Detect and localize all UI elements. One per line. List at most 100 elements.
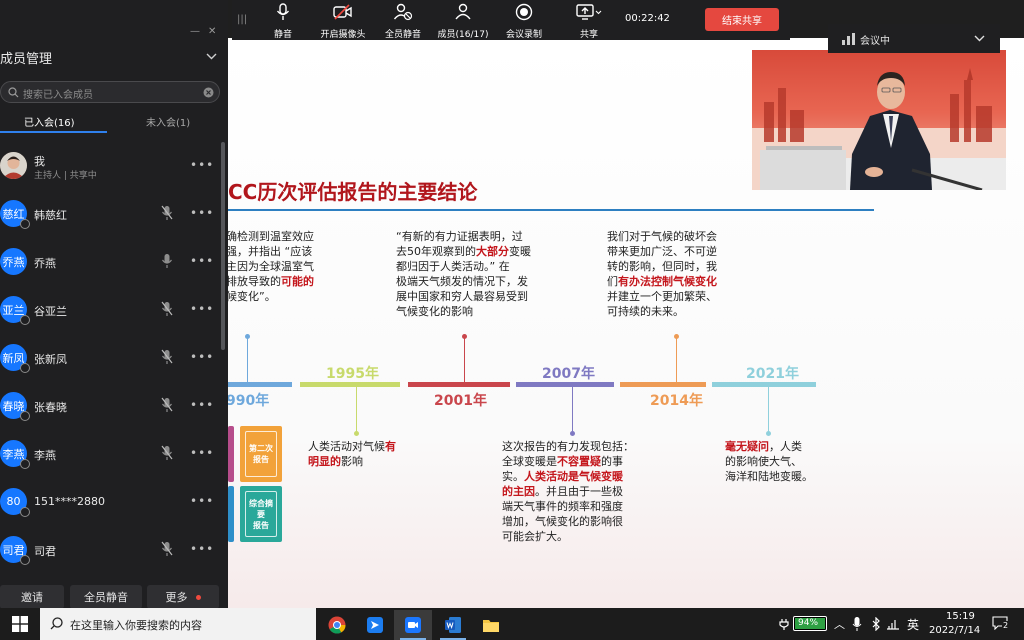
mic-muted-icon[interactable] xyxy=(161,205,173,221)
member-row[interactable]: 慈红 韩慈红 ••• xyxy=(0,192,218,238)
folder-icon xyxy=(483,620,499,632)
mic-muted-icon[interactable] xyxy=(161,301,173,317)
timeline-stem xyxy=(462,334,467,382)
more-options-icon[interactable]: ••• xyxy=(190,398,214,412)
more-options-icon[interactable]: ••• xyxy=(190,302,214,316)
mic-muted-icon[interactable] xyxy=(161,349,173,365)
clear-icon[interactable] xyxy=(203,87,214,98)
end-share-button[interactable]: 结束共享 xyxy=(705,8,779,31)
mute-all-toolbar-button[interactable]: 全员静音 xyxy=(382,3,424,40)
windows-logo-icon xyxy=(12,616,28,632)
more-options-icon[interactable]: ••• xyxy=(190,254,214,268)
clock-time[interactable]: 15:19 xyxy=(946,611,975,622)
file-explorer-app[interactable] xyxy=(472,610,510,640)
mute-all-button[interactable]: 全员静音 xyxy=(70,585,142,609)
invite-button[interactable]: 邀请 xyxy=(0,585,64,609)
text-line: 气候变化的影响 xyxy=(396,305,473,318)
member-row[interactable]: 新凤 张新凤 ••• xyxy=(0,336,218,382)
input-method-indicator[interactable]: 英 xyxy=(907,616,919,633)
clock-date[interactable]: 2022/7/14 xyxy=(929,625,980,636)
record-button[interactable]: 会议录制 xyxy=(502,3,546,40)
text-block-1990: 确检测到温室效应 强，并指出 “应该 主因为全球温室气 排放导致的可能的 候变化… xyxy=(228,229,332,304)
text-line: 增加，气候变化的影响很 xyxy=(502,515,623,528)
share-button[interactable]: 共享 xyxy=(574,3,604,40)
text-line: 的事 xyxy=(601,455,623,468)
camera-button[interactable]: 开启摄像头 xyxy=(320,3,366,40)
member-row[interactable]: 亚兰 谷亚兰 ••• xyxy=(0,288,218,334)
chevron-down-icon[interactable] xyxy=(206,53,217,60)
start-button[interactable] xyxy=(0,608,40,640)
highlight-text: 大部分 xyxy=(476,245,509,258)
meeting-status-dropdown[interactable]: 会议中 xyxy=(828,24,1000,53)
chrome-app[interactable] xyxy=(318,610,356,640)
text-line: “有新的有力证据表明，过 xyxy=(396,230,523,243)
avatar: 80 xyxy=(0,488,30,517)
bluetooth-icon[interactable] xyxy=(870,617,882,631)
tencent-meeting-app[interactable] xyxy=(394,610,432,640)
more-options-icon[interactable]: ••• xyxy=(190,206,214,220)
highlight-text: 不容置疑 xyxy=(557,455,601,468)
more-options-icon[interactable]: ••• xyxy=(190,494,214,508)
notification-dot xyxy=(195,594,201,600)
report-cover-title: 综合摘要 报告 xyxy=(245,491,277,537)
year-label-2014: 2014年 xyxy=(650,393,703,409)
text-line: 去50年观察到的 xyxy=(396,245,476,258)
avatar: 春晓 xyxy=(0,392,30,421)
report-cover: 综合摘要 报告 xyxy=(240,486,282,542)
member-row[interactable]: 李燕 李燕 ••• xyxy=(0,432,218,478)
drag-handle-icon[interactable]: ||| xyxy=(237,14,247,25)
text-line: 端天气事件的频率和强度 xyxy=(502,500,623,513)
microphone-icon xyxy=(276,3,290,20)
panel-header-bar: — ✕ xyxy=(0,0,228,38)
battery-indicator[interactable]: 94% xyxy=(793,616,827,631)
more-options-icon[interactable]: ••• xyxy=(190,446,214,460)
member-row[interactable]: 司君 司君 ••• xyxy=(0,528,218,574)
mic-muted-icon[interactable] xyxy=(161,445,173,461)
mic-muted-icon[interactable] xyxy=(161,541,173,557)
microphone-tray-icon[interactable] xyxy=(852,616,862,632)
mic-badge-icon xyxy=(20,411,30,421)
tab-not-joined[interactable]: 未入会(1) xyxy=(146,114,190,129)
chevron-down-icon xyxy=(974,35,985,42)
timeline-stem xyxy=(354,387,359,436)
text-line: 我们对于气候的破坏会 xyxy=(607,230,717,243)
word-app[interactable] xyxy=(434,610,472,640)
more-options-icon[interactable]: ••• xyxy=(190,350,214,364)
text-line: 转的影响，但同时，我 xyxy=(607,260,717,273)
mic-icon[interactable] xyxy=(161,253,173,269)
member-row[interactable]: 春晓 张春晓 ••• xyxy=(0,384,218,430)
member-row[interactable]: 我 主持人 | 共享中 ••• xyxy=(0,144,218,190)
presenter-video[interactable] xyxy=(752,50,1006,190)
network-icon[interactable] xyxy=(886,617,900,631)
more-options-icon[interactable]: ••• xyxy=(190,542,214,556)
text-block-2001: “有新的有力证据表明，过 去50年观察到的大部分变暖 都归因于人类活动。” 在 … xyxy=(396,229,552,319)
highlight-text: 毫无疑问 xyxy=(725,440,769,453)
year-label-2007: 2007年 xyxy=(542,366,595,382)
notification-count: 2 xyxy=(1002,621,1010,630)
member-row[interactable]: 80 151****2880 ••• xyxy=(0,480,218,526)
more-button[interactable]: 更多 xyxy=(147,585,219,609)
member-list-scrollbar[interactable] xyxy=(221,142,225,350)
minimize-icon[interactable]: — xyxy=(190,26,200,37)
timeline-stem xyxy=(766,387,771,436)
tab-joined[interactable]: 已入会(16) xyxy=(24,114,75,129)
toolbar-label: 会议录制 xyxy=(505,30,542,40)
member-search-input[interactable]: 搜索已入会成员 xyxy=(0,81,220,103)
active-tab-indicator xyxy=(0,131,107,133)
mic-muted-icon[interactable] xyxy=(161,397,173,413)
more-options-icon[interactable]: ••• xyxy=(190,158,214,172)
mic-badge-icon xyxy=(20,459,30,469)
close-icon[interactable]: ✕ xyxy=(208,26,216,37)
chevron-up-icon[interactable]: ︿ xyxy=(834,616,845,632)
meeting-timer: 00:22:42 xyxy=(625,13,670,24)
member-row[interactable]: 乔燕 乔燕 ••• xyxy=(0,240,218,286)
members-panel: — ✕ 成员管理 搜索已入会成员 已入会(16) 未入会(1) 我 主持人 | … xyxy=(0,0,228,609)
feishu-app[interactable] xyxy=(356,610,394,640)
panel-title: 成员管理 xyxy=(0,52,53,67)
mute-button[interactable]: 静音 xyxy=(268,3,298,40)
power-plug-icon[interactable] xyxy=(778,618,792,630)
text-line: 展中国家和穷人最容易受到 xyxy=(396,290,528,303)
members-button[interactable]: 成员(16/17) xyxy=(436,3,490,40)
taskbar-search-input[interactable]: 在这里输入你要搜索的内容 xyxy=(40,608,316,640)
notification-center-icon[interactable]: 2 xyxy=(992,615,1010,631)
